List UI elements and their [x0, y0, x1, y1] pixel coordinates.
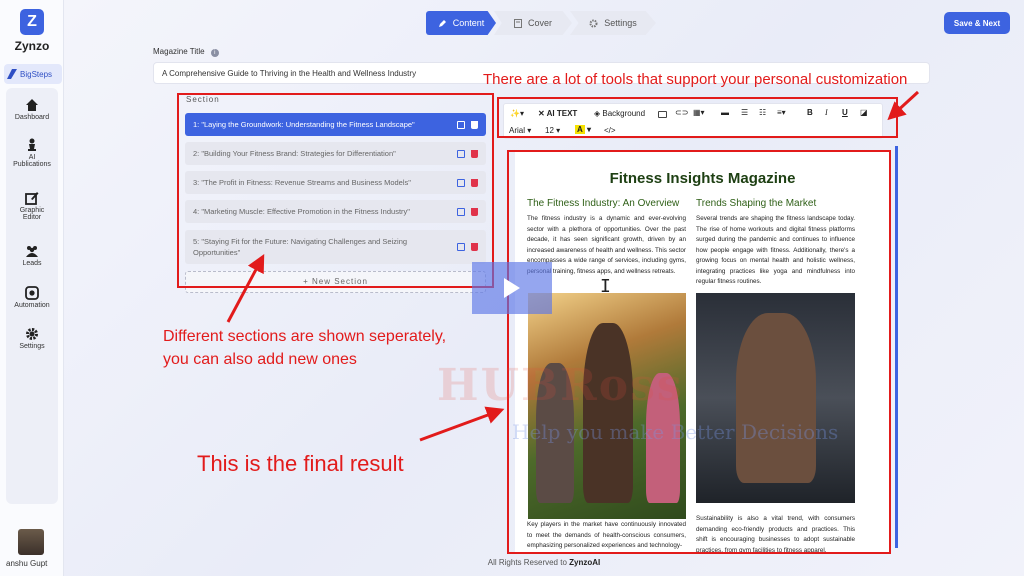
footer-brand: ZynzoAI [569, 558, 601, 567]
gear-icon [589, 19, 598, 27]
step-label: Cover [527, 18, 552, 28]
magazine-title-label-text: Magazine Title [153, 47, 205, 56]
app-name: Zynzo [14, 39, 50, 53]
book-icon [513, 18, 522, 28]
annotation-tools: There are a lot of tools that support yo… [483, 71, 908, 88]
sidebar-item-label: AI Publications [13, 154, 51, 168]
step-content[interactable]: Content [426, 11, 496, 35]
footer: All Rights Reserved to ZynzoAI [64, 558, 1024, 567]
annotation-final: This is the final result [197, 451, 404, 476]
workspace-icon [7, 69, 17, 79]
info-icon[interactable]: i [210, 49, 219, 57]
sidebar-item-automation[interactable]: Automation [0, 286, 64, 309]
sidebar-item-settings[interactable]: Settings [0, 327, 64, 350]
user-name: anshu Gupt [6, 559, 48, 568]
sidebar-item-label: Settings [19, 343, 45, 350]
workspace-switcher[interactable]: BigSteps [4, 64, 62, 84]
magazine-title-label: Magazine Title i [153, 47, 219, 57]
home-icon [26, 99, 38, 111]
sidebar-item-label: Dashboard [14, 114, 50, 121]
sections-highlight-box [177, 93, 494, 288]
pencil-icon [438, 19, 446, 27]
document-highlight-box [507, 150, 891, 554]
sidebar-item-label: Automation [14, 302, 50, 309]
edit-square-icon [25, 192, 39, 205]
chess-piece-icon [28, 138, 36, 151]
watermark: HUBRoss [437, 360, 684, 411]
sidebar: Z Zynzo BigSteps Dashboard AI Publicatio… [0, 0, 64, 576]
sidebar-item-label: Leads [22, 260, 42, 267]
sidebar-item-ai-publications[interactable]: AI Publications [0, 138, 64, 168]
play-icon [504, 278, 520, 298]
step-cover[interactable]: Cover [494, 11, 572, 35]
gear-icon [26, 328, 38, 340]
workspace-name: BigSteps [20, 69, 53, 79]
toolbar-highlight-box [497, 97, 898, 138]
logo-icon: Z [20, 9, 44, 35]
annotation-sections-line1: Different sections are shown seperately, [163, 328, 447, 345]
sidebar-item-leads[interactable]: Leads [0, 244, 64, 267]
sidebar-item-dashboard[interactable]: Dashboard [0, 98, 64, 121]
save-next-button[interactable]: Save & Next [944, 12, 1010, 34]
footer-text: All Rights Reserved to [487, 558, 567, 567]
avatar[interactable] [18, 529, 44, 555]
watermark-tagline: Help you make Better Decisions [512, 420, 839, 444]
video-play-button[interactable] [472, 262, 552, 314]
users-icon [26, 246, 38, 257]
document-scrollbar[interactable] [895, 146, 898, 548]
step-label: Settings [604, 18, 637, 28]
camera-icon [25, 286, 39, 300]
annotation-sections-line2: you can also add new ones [163, 351, 357, 368]
step-label: Content [452, 18, 485, 28]
sidebar-item-graphic-editor[interactable]: Graphic Editor [0, 191, 64, 221]
sidebar-item-label: Graphic Editor [19, 207, 45, 221]
step-settings[interactable]: Settings [570, 11, 656, 35]
